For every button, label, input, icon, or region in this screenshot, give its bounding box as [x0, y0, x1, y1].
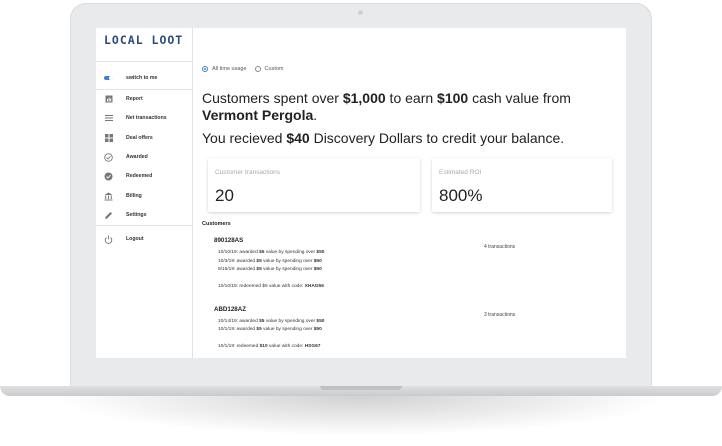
redeem-value: $10: [259, 344, 268, 349]
sidebar-item-deal-offers[interactable]: Deal offers: [96, 130, 192, 146]
sidebar-item-settings[interactable]: Settings: [96, 207, 192, 223]
radio-custom[interactable]: [254, 66, 261, 72]
sidebar-item-label: Logout: [126, 236, 144, 242]
sidebar-item-label: switch to me: [126, 75, 158, 81]
spend-value: $50: [313, 327, 322, 332]
redeem-line: 10/1/19: redeemed $10 value with code: H…: [218, 344, 320, 349]
list-icon: [104, 114, 113, 123]
sidebar-item-redeemed[interactable]: Redeemed: [96, 168, 192, 184]
grid-icon: [104, 134, 113, 143]
award-line: 10/10/19: awarded $5 value by spending o…: [218, 250, 324, 255]
headline-text: cash value from: [468, 90, 571, 106]
transaction-count: 3 transactions: [484, 312, 516, 318]
app-screen: LOCAL LOOT switch to me Report Net trans…: [96, 28, 626, 358]
sidebar-item-net-transactions[interactable]: Net transactions: [96, 110, 192, 126]
sidebar-item-label: Settings: [126, 212, 147, 218]
merchant-name: Vermont Pergola: [202, 107, 314, 123]
sidebar-item-label: Net transactions: [126, 115, 167, 121]
award-text: value by spending over: [264, 319, 317, 324]
subline-text: You recieved: [202, 130, 287, 146]
usage-filter: All time usage Custom: [202, 66, 292, 72]
customer-id[interactable]: ABD128AZ: [214, 306, 246, 313]
sidebar-item-label: Billing: [126, 193, 142, 199]
redeem-text: value with code:: [267, 344, 305, 349]
sidebar-divider: [96, 225, 192, 226]
redeem-code: XHAG56: [304, 284, 324, 289]
award-text: 9/15/19: awarded: [218, 267, 257, 272]
camera-dot: [358, 10, 363, 15]
headline-text: to earn: [385, 90, 438, 106]
transaction-count: 4 transactions: [484, 244, 516, 250]
report-icon: [104, 95, 113, 104]
laptop-shadow: [50, 396, 672, 436]
sidebar-item-label: Redeemed: [126, 173, 153, 179]
sidebar-item-report[interactable]: Report: [96, 91, 192, 107]
award-text: value by spending over: [261, 267, 314, 272]
customers-title: Customers: [202, 221, 231, 227]
sidebar-divider: [96, 89, 192, 90]
customer-id[interactable]: 890128AS: [214, 237, 243, 244]
award-text: 10/14/19: awarded: [218, 319, 260, 324]
discovery-amount: $40: [286, 130, 310, 146]
radio-all-time[interactable]: [202, 66, 208, 72]
check-filled-icon: [104, 172, 113, 181]
bank-icon: [104, 192, 113, 201]
sidebar-divider: [96, 61, 192, 62]
award-line: 9/15/19: awarded $5 value by spending ov…: [218, 267, 322, 272]
sidebar-item-logout[interactable]: Logout: [96, 231, 192, 247]
redeem-text: 10/10/19: redeemed $5 value with code:: [218, 284, 305, 289]
headline-text: Customers spent over: [202, 90, 343, 106]
award-line: 10/1/19: awarded $5 value by spending ov…: [218, 327, 322, 332]
award-text: 10/1/19: awarded: [218, 327, 257, 332]
sidebar-item-switch-to-me[interactable]: switch to me: [96, 70, 192, 86]
sidebar: LOCAL LOOT switch to me Report Net trans…: [96, 28, 193, 358]
check-circle-icon: [104, 152, 113, 162]
headline-text: .: [313, 107, 318, 123]
laptop-notch: [320, 386, 402, 390]
award-line: 10/3/19: awarded $5 value by spending ov…: [218, 259, 322, 264]
toggle-icon[interactable]: [104, 74, 113, 83]
sidebar-item-awarded[interactable]: Awarded: [96, 149, 192, 165]
spend-amount: $1,000: [342, 90, 386, 106]
summary-headline: Customers spent over $1,000 to earn $100…: [202, 90, 612, 124]
award-text: value by spending over: [261, 327, 314, 332]
spend-value: $50: [316, 319, 325, 324]
redeem-text: 10/1/19: redeemed: [218, 344, 260, 349]
sidebar-item-billing[interactable]: Billing: [96, 188, 192, 204]
subline-text: Discovery Dollars to credit your balance…: [309, 130, 565, 146]
award-text: 10/3/19: awarded: [218, 259, 257, 264]
sidebar-item-label: Deal offers: [126, 135, 153, 141]
redeem-line: 10/10/19: redeemed $5 value with code: X…: [218, 284, 324, 289]
sidebar-item-label: Awarded: [126, 154, 148, 160]
card-value: 800%: [439, 186, 483, 205]
radio-custom-label[interactable]: Custom: [265, 66, 284, 72]
power-icon: [104, 235, 113, 244]
spend-value: $50: [313, 259, 322, 264]
spend-value: $50: [313, 267, 322, 272]
pencil-icon: [104, 211, 113, 220]
card-label: Customer transactions: [215, 169, 281, 176]
redeem-code: HSG67: [304, 344, 321, 349]
sidebar-item-label: Report: [126, 96, 143, 102]
award-line: 10/14/19: awarded $5 value by spending o…: [218, 319, 324, 324]
award-text: value by spending over: [261, 259, 314, 264]
customer-transactions-card: Customer transactions 20: [208, 158, 420, 212]
award-text: 10/10/19: awarded: [218, 250, 260, 255]
radio-all-time-label[interactable]: All time usage: [212, 66, 247, 72]
card-value: 20: [215, 186, 234, 205]
card-label: Estimated ROI: [439, 169, 482, 176]
spend-value: $50: [316, 250, 325, 255]
main-content: All time usage Custom Customers spent ov…: [200, 28, 620, 358]
estimated-roi-card: Estimated ROI 800%: [432, 158, 612, 212]
logo: LOCAL LOOT: [104, 33, 184, 47]
earn-amount: $100: [437, 90, 469, 106]
discovery-dollars-line: You recieved $40 Discovery Dollars to cr…: [202, 130, 612, 146]
award-text: value by spending over: [264, 250, 317, 255]
